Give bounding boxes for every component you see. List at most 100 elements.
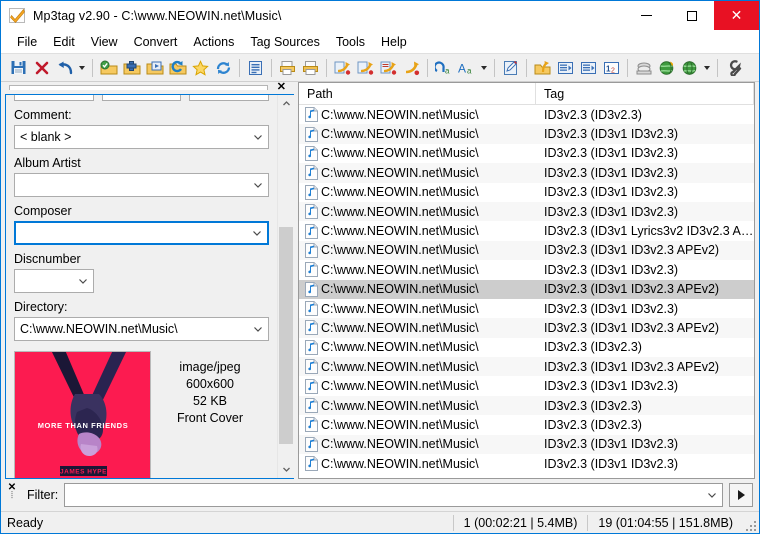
table-row[interactable]: C:\www.NEOWIN.net\Music\ ID3v2.3 (ID3v1 I… [299, 279, 754, 299]
resize-grip-icon[interactable] [743, 512, 759, 534]
menu-tools[interactable]: Tools [328, 32, 373, 52]
partial-field-2[interactable] [101, 95, 182, 101]
cell-tag: ID3v2.3 (ID3v2.3) [544, 107, 642, 122]
filter-combo[interactable] [64, 483, 723, 507]
filter-close-button[interactable]: ✕ ⦙ [5, 482, 19, 508]
field-directory[interactable]: C:\www.NEOWIN.net\Music\ [14, 317, 269, 341]
table-row[interactable]: C:\www.NEOWIN.net\Music\ ID3v2.3 (ID3v1 I… [299, 124, 754, 144]
favorites-star-icon[interactable] [189, 56, 212, 79]
chevron-down-icon[interactable] [248, 174, 268, 196]
edit-note-icon[interactable] [499, 56, 522, 79]
refresh-blue-arrows-icon[interactable] [212, 56, 235, 79]
save-floppy-icon[interactable] [7, 56, 30, 79]
tag-panel-close-icon[interactable]: ✕ [277, 82, 286, 93]
table-row[interactable]: C:\www.NEOWIN.net\Music\ ID3v2.3 (ID3v1 L… [299, 221, 754, 240]
playlist-icon[interactable] [554, 56, 577, 79]
status-bar: Ready 1 (00:02:21 | 5.4MB) 19 (01:04:55 … [1, 511, 759, 533]
undo-dropdown-arrow-icon[interactable] [76, 56, 88, 79]
file-list-view: Path Tag C:\www.NEOWIN.net\Music\ ID3v2.3… [298, 82, 755, 479]
chevron-down-icon[interactable] [248, 126, 268, 148]
table-row[interactable]: C:\www.NEOWIN.net\Music\ ID3v2.3 (ID3v1 I… [299, 201, 754, 222]
table-row[interactable]: C:\www.NEOWIN.net\Music\ ID3v2.3 (ID3v1 I… [299, 434, 754, 455]
replace-icon[interactable]: A a [455, 56, 478, 79]
menu-help[interactable]: Help [373, 32, 415, 52]
menu-file[interactable]: File [9, 32, 45, 52]
close-button[interactable]: ✕ [714, 1, 759, 30]
table-row[interactable]: C:\www.NEOWIN.net\Music\ ID3v2.3 (ID3v2.3… [299, 105, 754, 124]
minimize-button[interactable] [624, 1, 669, 30]
table-row[interactable]: C:\www.NEOWIN.net\Music\ ID3v2.3 (ID3v1 I… [299, 240, 754, 261]
table-row[interactable]: C:\www.NEOWIN.net\Music\ ID3v2.3 (ID3v1 I… [299, 454, 754, 473]
filter-input[interactable] [65, 488, 702, 502]
table-row[interactable]: C:\www.NEOWIN.net\Music\ ID3v2.3 (ID3v1 I… [299, 299, 754, 318]
tag-panel-scrollbar[interactable] [277, 95, 294, 478]
table-row[interactable]: C:\www.NEOWIN.net\Music\ ID3v2.3 (ID3v1 I… [299, 183, 754, 202]
auto-numbering-icon[interactable]: 1 2 [600, 56, 623, 79]
scrollbar-thumb[interactable] [279, 227, 293, 444]
amazon-globe-icon[interactable] [655, 56, 678, 79]
options-wrench-icon[interactable] [722, 56, 745, 79]
discogs-globe-icon[interactable] [678, 56, 701, 79]
add-directory-folder-icon[interactable] [120, 56, 143, 79]
chevron-down-icon[interactable] [248, 318, 268, 340]
table-row[interactable]: C:\www.NEOWIN.net\Music\ ID3v2.3 (ID3v2.3… [299, 338, 754, 357]
cell-path: C:\www.NEOWIN.net\Music\ [321, 417, 479, 432]
cover-art-area: MORE THAN FRIENDS JAMES HYPE FT. KELLI-L… [14, 351, 269, 478]
cell-path: C:\www.NEOWIN.net\Music\ [321, 437, 479, 452]
table-row[interactable]: C:\www.NEOWIN.net\Music\ ID3v2.3 (ID3v1 I… [299, 144, 754, 163]
table-row[interactable]: C:\www.NEOWIN.net\Music\ ID3v2.3 (ID3v1 I… [299, 318, 754, 338]
print-icon[interactable] [299, 56, 322, 79]
menu-actions[interactable]: Actions [185, 32, 242, 52]
change-directory-folder-icon[interactable] [97, 56, 120, 79]
album-cover-art[interactable]: MORE THAN FRIENDS JAMES HYPE FT. KELLI-L… [14, 351, 151, 478]
menu-convert[interactable]: Convert [126, 32, 186, 52]
table-row[interactable]: C:\www.NEOWIN.net\Music\ ID3v2.3 (ID3v1 I… [299, 260, 754, 279]
cell-path: C:\www.NEOWIN.net\Music\ [321, 243, 479, 258]
chevron-down-icon[interactable] [702, 484, 722, 506]
playlist-new-icon[interactable] [577, 56, 600, 79]
cover-art-metadata: image/jpeg 600x600 52 KB Front Cover [151, 351, 269, 478]
case-conversion-icon[interactable]: a [432, 56, 455, 79]
partial-field-3[interactable] [189, 95, 270, 101]
remove-red-x-icon[interactable] [30, 56, 53, 79]
cell-tag: ID3v2.3 (ID3v1 ID3v2.3 APEv2) [544, 282, 720, 297]
filename-to-tag-icon[interactable] [354, 56, 377, 79]
tagsource-dropdown-arrow-icon[interactable] [701, 56, 713, 79]
scroll-down-button[interactable] [278, 461, 294, 478]
menu-view[interactable]: View [83, 32, 126, 52]
cell-tag: ID3v2.3 (ID3v1 ID3v2.3) [544, 165, 679, 180]
freedb-cd-icon[interactable] [632, 56, 655, 79]
table-row[interactable]: C:\www.NEOWIN.net\Music\ ID3v2.3 (ID3v1 I… [299, 357, 754, 377]
report-document-icon[interactable] [244, 56, 267, 79]
field-album-artist[interactable] [14, 173, 269, 197]
export-folder-icon[interactable] [531, 56, 554, 79]
menu-edit[interactable]: Edit [45, 32, 83, 52]
field-discnumber[interactable] [14, 269, 94, 293]
tag-to-filename-icon[interactable] [331, 56, 354, 79]
chevron-down-icon[interactable] [73, 270, 93, 292]
partial-fields-row [14, 95, 270, 101]
partial-field-1[interactable] [14, 95, 94, 101]
undo-arrow-icon[interactable] [53, 56, 76, 79]
filter-apply-button[interactable] [729, 483, 753, 507]
field-composer[interactable] [14, 221, 269, 245]
column-header-tag[interactable]: Tag [536, 83, 754, 104]
field-comment[interactable]: < blank > [14, 125, 269, 149]
menu-tag-sources[interactable]: Tag Sources [242, 32, 327, 52]
column-header-path[interactable]: Path [299, 83, 536, 104]
scroll-up-button[interactable] [278, 95, 294, 112]
add-files-folder-icon[interactable] [143, 56, 166, 79]
replace-dropdown-arrow-icon[interactable] [478, 56, 490, 79]
table-row[interactable]: C:\www.NEOWIN.net\Music\ ID3v2.3 (ID3v1 I… [299, 376, 754, 395]
table-row[interactable]: C:\www.NEOWIN.net\Music\ ID3v2.3 (ID3v2.3… [299, 395, 754, 416]
table-row[interactable]: C:\www.NEOWIN.net\Music\ ID3v2.3 (ID3v1 I… [299, 163, 754, 183]
audio-file-icon [299, 456, 321, 472]
table-row[interactable]: C:\www.NEOWIN.net\Music\ ID3v2.3 (ID3v2.3… [299, 415, 754, 434]
scrollbar-track[interactable] [278, 112, 294, 461]
refresh-directory-folder-icon[interactable] [166, 56, 189, 79]
filename-to-filename-icon[interactable] [377, 56, 400, 79]
maximize-button[interactable] [669, 1, 714, 30]
print-cover-icon[interactable] [276, 56, 299, 79]
chevron-down-icon[interactable] [247, 223, 267, 243]
textfile-to-tag-icon[interactable] [400, 56, 423, 79]
